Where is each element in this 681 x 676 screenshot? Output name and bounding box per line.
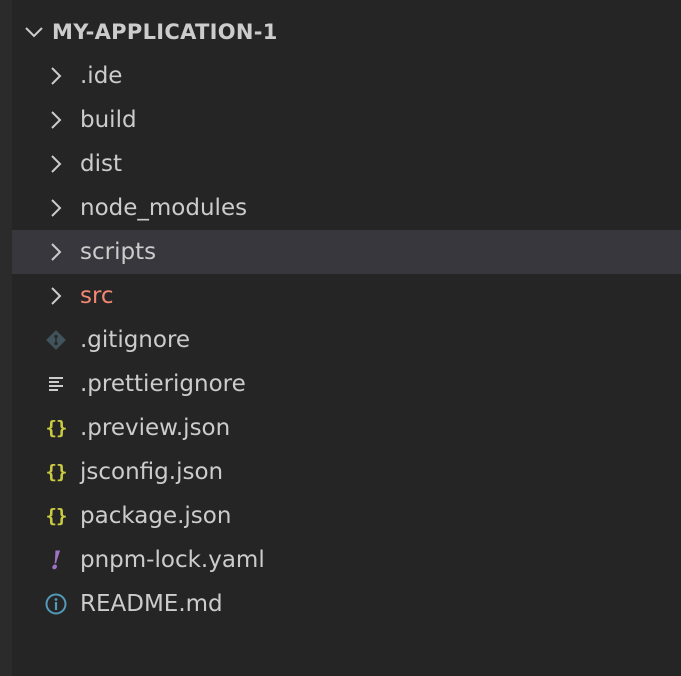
tree-item-label: jsconfig.json	[80, 459, 224, 485]
tree-item-label: scripts	[80, 239, 157, 265]
json-icon: {}	[45, 417, 68, 439]
section-title: MY-APPLICATION-1	[52, 20, 278, 44]
activity-gutter	[0, 0, 12, 676]
chevron-down-icon	[25, 27, 43, 38]
tree-item-node-modules-folder[interactable]: node_modules	[12, 186, 681, 230]
chevron-right-icon	[44, 196, 68, 220]
tree-item-package-json-file[interactable]: {} package.json	[12, 494, 681, 538]
tree-item-readme-md-file[interactable]: README.md	[12, 582, 681, 626]
tree-item-label: README.md	[80, 591, 223, 617]
file-explorer: MY-APPLICATION-1 .ide build dist node_mo…	[0, 0, 681, 676]
tree-item-label: .prettierignore	[80, 371, 246, 397]
chevron-right-icon	[44, 64, 68, 88]
tree-item-label: .preview.json	[80, 415, 231, 441]
info-icon	[44, 592, 68, 616]
tree-item-gitignore-file[interactable]: .gitignore	[12, 318, 681, 362]
yaml-icon: !	[50, 545, 62, 575]
json-icon: {}	[45, 461, 68, 483]
tree-item-build-folder[interactable]: build	[12, 98, 681, 142]
chevron-right-icon	[44, 240, 68, 264]
tree-item-label: build	[80, 107, 137, 133]
tree-item-label: .ide	[80, 63, 123, 89]
tree-item-ide-folder[interactable]: .ide	[12, 54, 681, 98]
tree-item-dist-folder[interactable]: dist	[12, 142, 681, 186]
tree-item-label: src	[80, 283, 114, 309]
file-tree: .ide build dist node_modules scripts src…	[12, 54, 681, 626]
tree-item-label: package.json	[80, 503, 232, 529]
chevron-right-icon	[44, 108, 68, 132]
tree-item-label: pnpm-lock.yaml	[80, 547, 265, 573]
section-header[interactable]: MY-APPLICATION-1	[12, 10, 681, 54]
tree-item-prettierignore-file[interactable]: .prettierignore	[12, 362, 681, 406]
tree-item-preview-json-file[interactable]: {} .preview.json	[12, 406, 681, 450]
chevron-right-icon	[44, 284, 68, 308]
chevron-right-icon	[44, 152, 68, 176]
tree-item-jsconfig-json-file[interactable]: {} jsconfig.json	[12, 450, 681, 494]
json-icon: {}	[45, 505, 68, 527]
tree-item-label: node_modules	[80, 195, 248, 221]
git-icon	[44, 328, 68, 352]
tree-item-label: dist	[80, 151, 122, 177]
tree-item-label: .gitignore	[80, 327, 191, 353]
tree-item-pnpm-lock-yaml-file[interactable]: ! pnpm-lock.yaml	[12, 538, 681, 582]
lines-icon	[44, 372, 68, 396]
tree-item-src-folder[interactable]: src	[12, 274, 681, 318]
tree-item-scripts-folder[interactable]: scripts	[12, 230, 681, 274]
